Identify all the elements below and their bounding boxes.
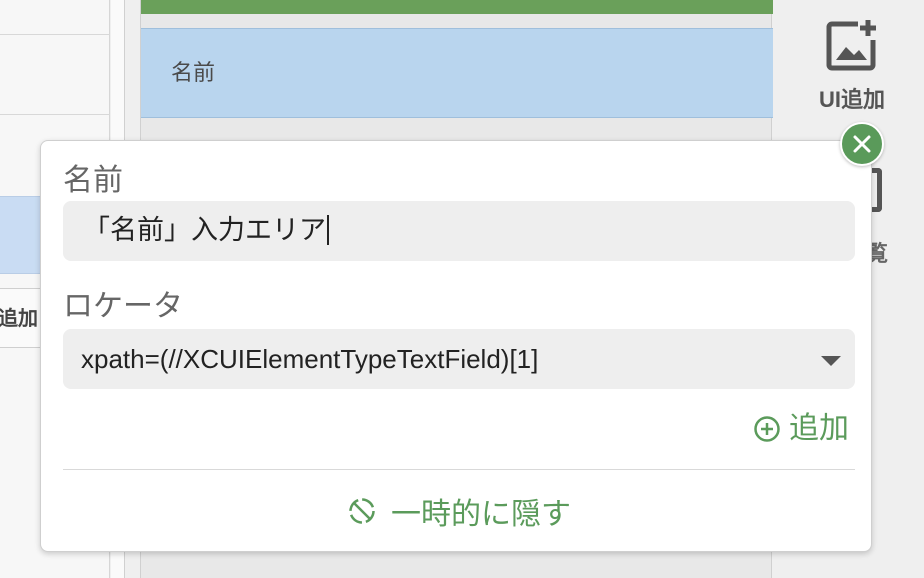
add-locator-button[interactable]: 追加 (753, 409, 849, 449)
hide-temporarily-button[interactable]: 一時的に隠す (63, 481, 855, 541)
locator-value: xpath=(//XCUIElementTypeTextField)[1] (81, 344, 539, 374)
divider (63, 469, 855, 470)
header-bar (141, 0, 773, 14)
image-add-icon (826, 20, 876, 71)
left-divider (0, 114, 110, 115)
close-popup-button[interactable] (840, 122, 884, 166)
add-locator-label: 追加 (789, 411, 849, 446)
locator-select[interactable]: xpath=(//XCUIElementTypeTextField)[1] (63, 329, 855, 389)
name-label: 名前 (63, 164, 123, 197)
locator-label: ロケータ (63, 290, 183, 323)
text-caret (327, 215, 329, 245)
left-divider (0, 34, 110, 35)
close-icon (853, 135, 871, 153)
hide-temporarily-label: 一時的に隠す (391, 497, 571, 532)
name-input[interactable]: 「名前」入力エリア (63, 201, 855, 261)
ui-add-button[interactable]: UI追加 (812, 18, 892, 128)
selected-element-row[interactable]: 名前 (141, 28, 773, 118)
ui-add-label: UI追加 (818, 87, 885, 112)
hidden-icon (349, 498, 375, 524)
plus-circle-icon (754, 416, 780, 442)
dropdown-arrow-icon (821, 356, 841, 366)
name-input-value: 「名前」入力エリア (83, 215, 326, 246)
element-edit-popup: 名前 「名前」入力エリア ロケータ xpath=(//XCUIElementTy… (40, 140, 872, 552)
